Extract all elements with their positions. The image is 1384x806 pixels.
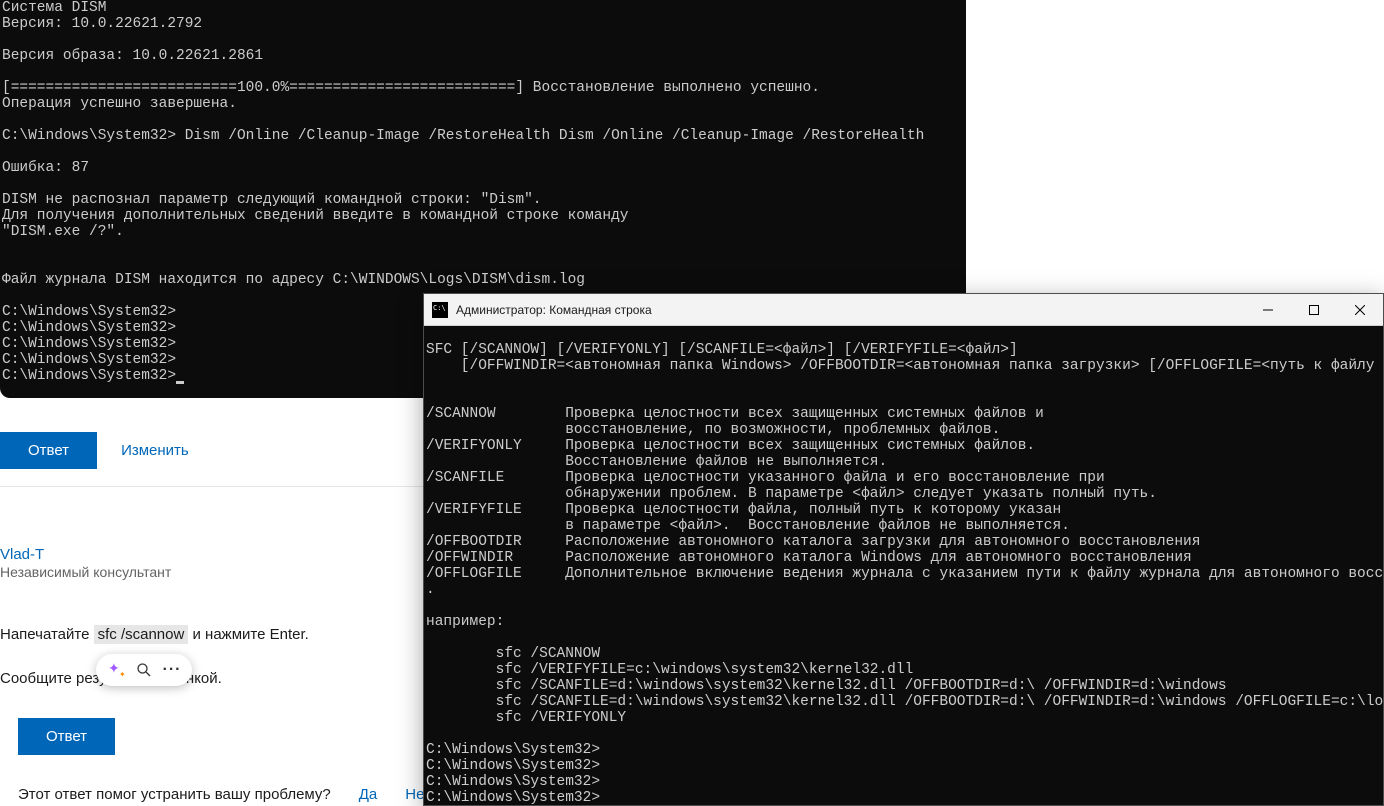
window-title: Администратор: Командная строка [456, 303, 652, 317]
cmd-icon [432, 302, 448, 318]
answer-actions-row: Ответ Изменить [0, 432, 189, 469]
titlebar[interactable]: Администратор: Командная строка [424, 294, 1383, 326]
cursor-icon [176, 381, 184, 384]
cmd-window: Администратор: Командная строка SFC [/SC… [423, 293, 1384, 806]
author-link[interactable]: Vlad-T [0, 546, 44, 563]
feedback-row: Этот ответ помог устранить вашу проблему… [18, 786, 431, 803]
answer-button-2[interactable]: Ответ [18, 718, 115, 755]
maximize-button[interactable] [1291, 294, 1337, 326]
close-button[interactable] [1337, 294, 1383, 326]
author-role: Независимый консультант [0, 564, 171, 580]
floating-toolbar: ··· [96, 654, 192, 686]
instr1-code: sfc /scannow [94, 625, 189, 644]
search-icon[interactable] [134, 660, 154, 680]
cmd-terminal-body[interactable]: SFC [/SCANNOW] [/VERIFYONLY] [/SCANFILE=… [424, 326, 1383, 805]
answer-actions-row-2: Ответ [18, 718, 115, 755]
instruction-1: Напечатайте sfc /scannow и нажмите Enter… [0, 626, 309, 643]
instr1-suffix: и нажмите Enter. [188, 626, 308, 643]
window-buttons [1245, 294, 1383, 326]
instr1-prefix: Напечатайте [0, 626, 94, 643]
edit-link[interactable]: Изменить [121, 442, 189, 459]
sparkle-icon[interactable] [106, 660, 126, 680]
feedback-yes[interactable]: Да [359, 786, 378, 803]
minimize-button[interactable] [1245, 294, 1291, 326]
cmd-output: SFC [/SCANNOW] [/VERIFYONLY] [/SCANFILE=… [426, 342, 1383, 805]
more-icon[interactable]: ··· [162, 660, 182, 680]
titlebar-left: Администратор: Командная строка [432, 302, 652, 318]
answer-button[interactable]: Ответ [0, 432, 97, 469]
feedback-question: Этот ответ помог устранить вашу проблему… [18, 786, 331, 803]
